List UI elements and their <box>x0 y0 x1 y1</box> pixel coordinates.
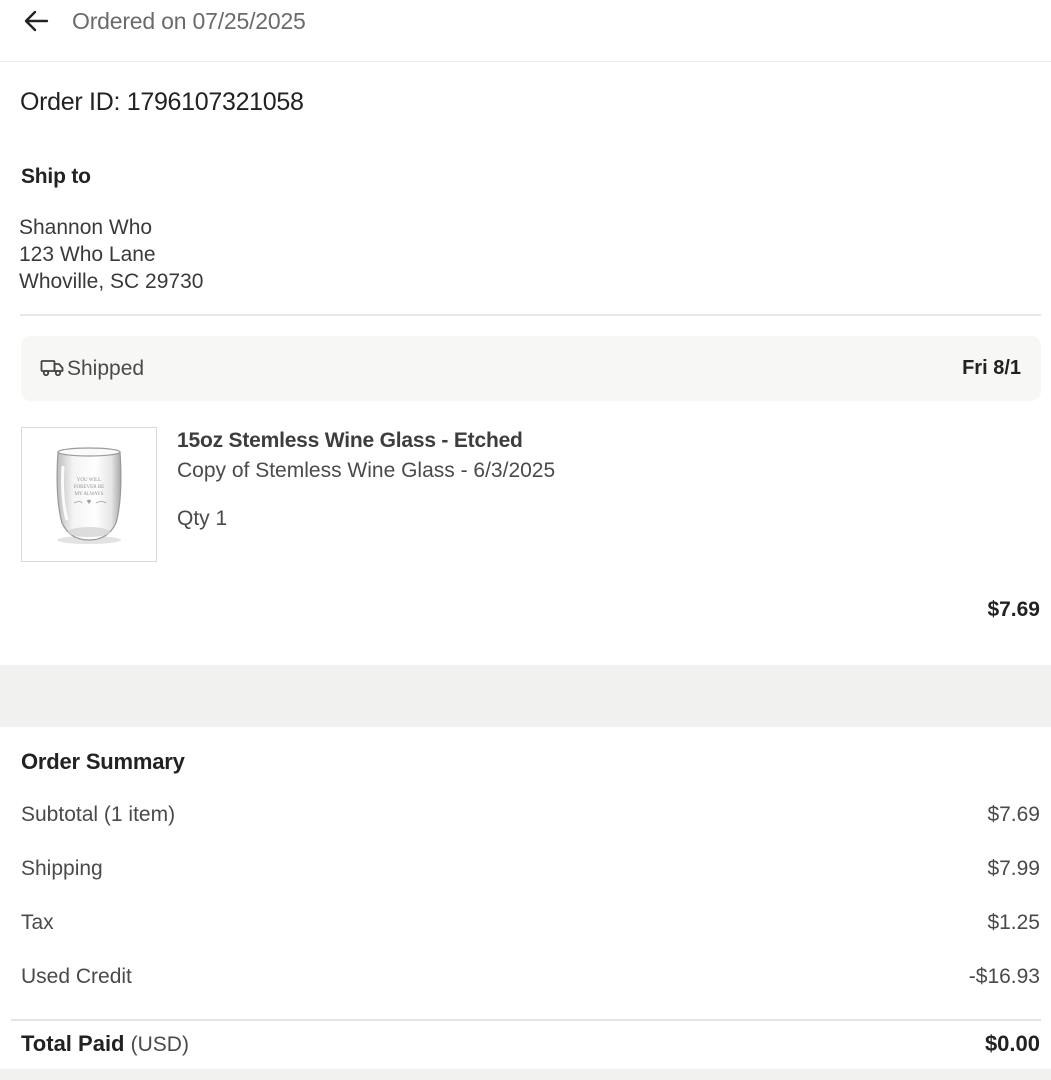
product-price: $7.69 <box>987 598 1040 621</box>
summary-value: $1.25 <box>987 911 1040 934</box>
order-summary-heading: Order Summary <box>21 749 185 774</box>
back-button[interactable] <box>20 6 52 36</box>
shipping-address: Shannon Who 123 Who Lane Whoville, SC 29… <box>19 214 203 295</box>
delivery-date: Fri 8/1 <box>962 357 1021 379</box>
section-separator <box>0 665 1051 727</box>
summary-row-shipping: Shipping $7.99 <box>21 857 1040 887</box>
summary-label: Subtotal (1 item) <box>21 803 176 826</box>
currency-label: (USD) <box>130 1033 189 1056</box>
address-street: 123 Who Lane <box>19 243 156 266</box>
divider <box>11 1019 1041 1021</box>
status-label: Shipped <box>67 357 145 380</box>
total-paid-row: Total Paid (USD) $0.00 <box>21 1031 1040 1061</box>
divider <box>20 314 1041 316</box>
page-title: Ordered on 07/25/2025 <box>72 8 306 34</box>
summary-value: -$16.93 <box>968 965 1040 988</box>
truck-icon <box>40 360 64 377</box>
summary-label: Shipping <box>21 857 103 880</box>
bottom-band <box>0 1069 1051 1080</box>
summary-value: $7.99 <box>987 857 1040 880</box>
product-quantity: Qty 1 <box>177 507 228 530</box>
product-variant: Copy of Stemless Wine Glass - 6/3/2025 <box>177 459 556 482</box>
total-paid-value: $0.00 <box>984 1031 1040 1056</box>
order-id: Order ID: 1796107321058 <box>20 88 304 116</box>
summary-label: Used Credit <box>21 965 132 988</box>
wine-glass-image: YOU WILL FOREVER BE MY ALWAYS <box>56 447 122 544</box>
summary-label: Tax <box>21 911 54 934</box>
summary-row-tax: Tax $1.25 <box>21 911 1040 941</box>
svg-text:MY ALWAYS: MY ALWAYS <box>75 492 104 497</box>
shipment-status-bar: Shipped Fri 8/1 <box>21 336 1041 401</box>
address-name: Shannon Who <box>19 216 153 239</box>
page-header: Ordered on 07/25/2025 <box>0 0 1051 62</box>
summary-row-subtotal: Subtotal (1 item) $7.69 <box>21 803 1040 833</box>
ship-to-heading: Ship to <box>21 165 91 188</box>
summary-row-used-credit: Used Credit -$16.93 <box>21 965 1040 995</box>
address-city: Whoville, SC 29730 <box>19 270 204 293</box>
svg-text:FOREVER BE: FOREVER BE <box>74 485 104 490</box>
product-thumbnail[interactable]: YOU WILL FOREVER BE MY ALWAYS <box>21 427 157 562</box>
summary-value: $7.69 <box>987 803 1040 826</box>
total-paid-label: Total Paid (USD) <box>21 1031 189 1057</box>
svg-text:YOU WILL: YOU WILL <box>77 478 102 483</box>
total-label-text: Total Paid <box>21 1031 125 1056</box>
product-name[interactable]: 15oz Stemless Wine Glass - Etched <box>177 429 523 453</box>
arrow-left-icon <box>24 10 49 32</box>
